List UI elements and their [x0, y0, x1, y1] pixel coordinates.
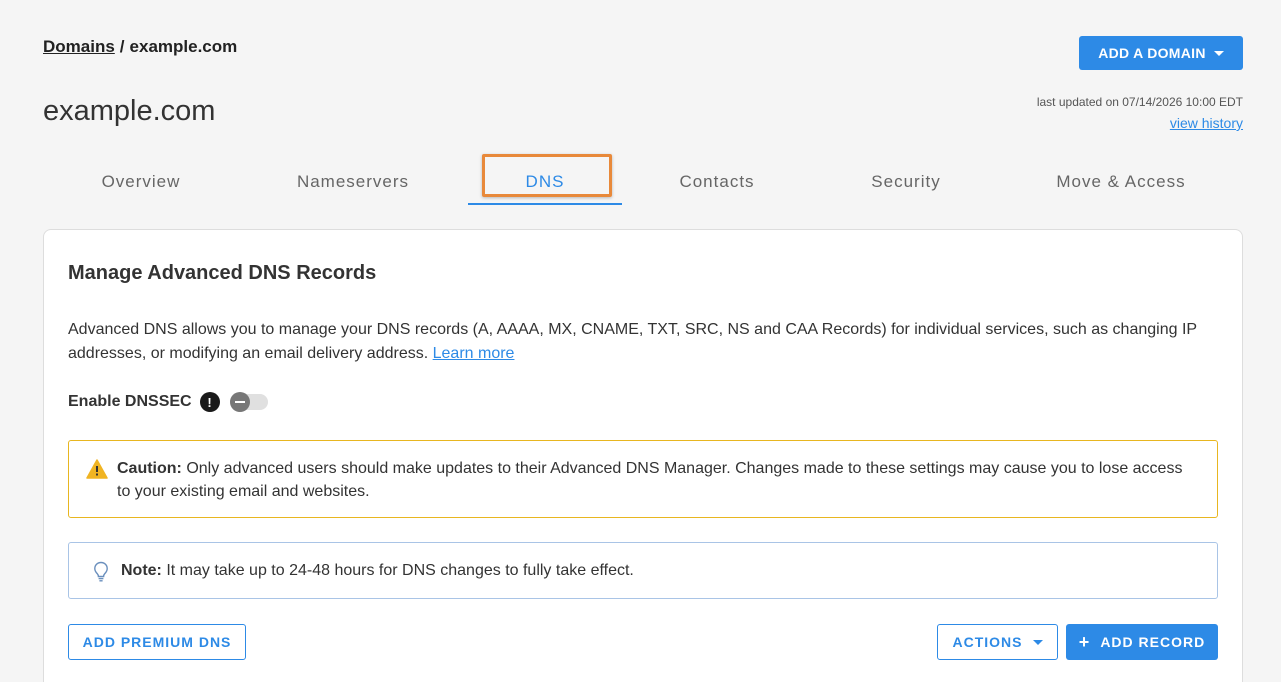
tab-overview[interactable]: Overview [43, 160, 239, 204]
caution-label: Caution: [117, 460, 182, 477]
breadcrumb-domains-link[interactable]: Domains [43, 37, 115, 56]
add-domain-button[interactable]: ADD A DOMAIN [1079, 36, 1243, 70]
warning-icon [85, 457, 109, 517]
view-history-link[interactable]: view history [1037, 115, 1243, 131]
lightbulb-icon [89, 559, 113, 598]
add-premium-dns-button[interactable]: ADD PREMIUM DNS [68, 624, 246, 660]
tab-move-access[interactable]: Move & Access [1023, 160, 1219, 204]
actions-label: ACTIONS [952, 634, 1023, 650]
caution-alert: Caution: Only advanced users should make… [68, 440, 1218, 518]
chevron-down-icon [1032, 639, 1043, 645]
tab-nameservers[interactable]: Nameservers [254, 160, 452, 204]
dnssec-toggle[interactable] [229, 392, 268, 412]
tab-dns[interactable]: DNS [468, 160, 622, 205]
note-body: Note: It may take up to 24-48 hours for … [121, 559, 634, 598]
dnssec-label: Enable DNSSEC [68, 393, 192, 410]
learn-more-link[interactable]: Learn more [433, 345, 515, 362]
plus-icon: + [1078, 632, 1091, 652]
tab-contacts[interactable]: Contacts [637, 160, 797, 204]
last-updated-text: last updated on 07/14/2026 10:00 EDT [1036, 95, 1243, 109]
card-description: Advanced DNS allows you to manage your D… [68, 318, 1218, 366]
add-record-button[interactable]: + ADD RECORD [1066, 624, 1218, 660]
note-alert: Note: It may take up to 24-48 hours for … [68, 542, 1218, 599]
info-icon[interactable]: ! [199, 392, 220, 412]
actions-dropdown-button[interactable]: ACTIONS [937, 624, 1058, 660]
caution-text: Only advanced users should make updates … [117, 460, 1183, 500]
advanced-dns-card: Manage Advanced DNS Records Advanced DNS… [43, 229, 1243, 682]
card-title: Manage Advanced DNS Records [68, 262, 377, 284]
domain-tabs: Overview Nameservers DNS Contacts Securi… [43, 154, 1243, 206]
add-record-label: ADD RECORD [1100, 634, 1206, 650]
breadcrumb-separator: / [119, 37, 125, 56]
add-premium-dns-label: ADD PREMIUM DNS [82, 634, 232, 650]
breadcrumb-current: example.com [129, 37, 238, 56]
note-text: It may take up to 24-48 hours for DNS ch… [166, 562, 634, 579]
last-updated-meta: last updated on 07/14/2026 10:00 EDT vie… [1037, 95, 1243, 131]
chevron-down-icon [1213, 50, 1224, 56]
breadcrumb: Domains / example.com [43, 37, 237, 57]
page-title: example.com [43, 95, 216, 127]
description-text: Advanced DNS allows you to manage your D… [68, 321, 1197, 362]
note-label: Note: [121, 562, 162, 579]
caution-body: Caution: Only advanced users should make… [117, 457, 1197, 517]
add-domain-label: ADD A DOMAIN [1098, 45, 1206, 61]
dnssec-row: Enable DNSSEC ! [68, 392, 268, 412]
tab-security[interactable]: Security [826, 160, 986, 204]
toggle-knob [229, 392, 250, 412]
